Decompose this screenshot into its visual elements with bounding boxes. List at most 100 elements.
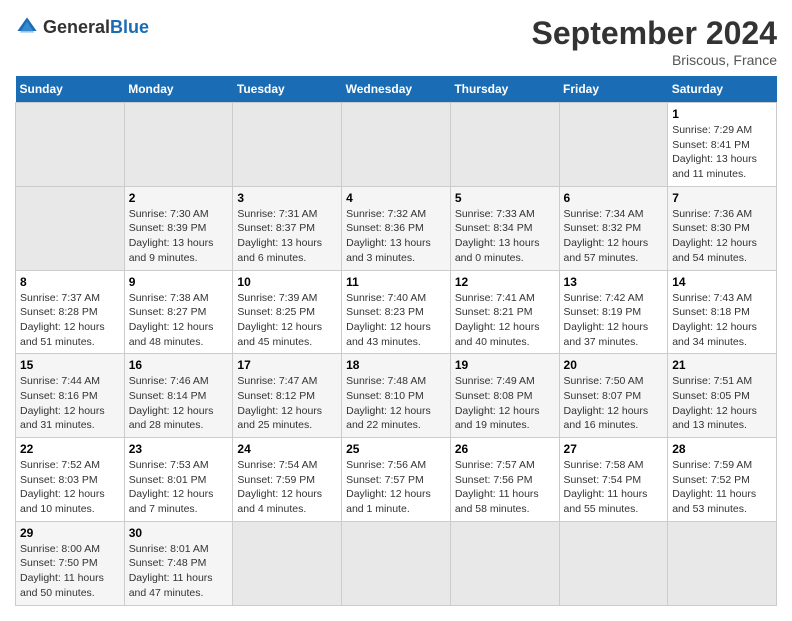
day-number: 28 — [672, 442, 772, 456]
day-detail: Sunrise: 7:44 AMSunset: 8:16 PMDaylight:… — [20, 375, 105, 431]
day-number: 17 — [237, 358, 337, 372]
day-detail: Sunrise: 7:30 AMSunset: 8:39 PMDaylight:… — [129, 208, 214, 264]
day-number: 14 — [672, 275, 772, 289]
empty-cell — [450, 103, 559, 187]
day-number: 25 — [346, 442, 446, 456]
day-detail: Sunrise: 7:31 AMSunset: 8:37 PMDaylight:… — [237, 208, 322, 264]
day-number: 30 — [129, 526, 229, 540]
day-number: 15 — [20, 358, 120, 372]
day-detail: Sunrise: 7:34 AMSunset: 8:32 PMDaylight:… — [564, 208, 649, 264]
day-detail: Sunrise: 7:50 AMSunset: 8:07 PMDaylight:… — [564, 375, 649, 431]
day-detail: Sunrise: 7:37 AMSunset: 8:28 PMDaylight:… — [20, 292, 105, 348]
calendar-day: 29 Sunrise: 8:00 AMSunset: 7:50 PMDayligh… — [16, 521, 125, 605]
calendar-day: 21 Sunrise: 7:51 AMSunset: 8:05 PMDayligh… — [668, 354, 777, 438]
empty-cell — [233, 103, 342, 187]
logo-text: GeneralBlue — [43, 17, 149, 38]
day-detail: Sunrise: 7:59 AMSunset: 7:52 PMDaylight:… — [672, 459, 756, 515]
calendar-day: 19 Sunrise: 7:49 AMSunset: 8:08 PMDayligh… — [450, 354, 559, 438]
day-number: 27 — [564, 442, 664, 456]
day-number: 8 — [20, 275, 120, 289]
day-number: 23 — [129, 442, 229, 456]
day-detail: Sunrise: 7:29 AMSunset: 8:41 PMDaylight:… — [672, 124, 757, 180]
day-detail: Sunrise: 7:43 AMSunset: 8:18 PMDaylight:… — [672, 292, 757, 348]
empty-cell — [124, 103, 233, 187]
empty-cell — [559, 521, 668, 605]
day-detail: Sunrise: 7:53 AMSunset: 8:01 PMDaylight:… — [129, 459, 214, 515]
day-number: 16 — [129, 358, 229, 372]
calendar-day: 3 Sunrise: 7:31 AMSunset: 8:37 PMDaylight… — [233, 186, 342, 270]
day-number: 3 — [237, 191, 337, 205]
day-detail: Sunrise: 7:36 AMSunset: 8:30 PMDaylight:… — [672, 208, 757, 264]
calendar-day: 30 Sunrise: 8:01 AMSunset: 7:48 PMDayligh… — [124, 521, 233, 605]
day-number: 29 — [20, 526, 120, 540]
day-detail: Sunrise: 7:38 AMSunset: 8:27 PMDaylight:… — [129, 292, 214, 348]
empty-cell — [559, 103, 668, 187]
day-detail: Sunrise: 7:42 AMSunset: 8:19 PMDaylight:… — [564, 292, 649, 348]
day-detail: Sunrise: 7:49 AMSunset: 8:08 PMDaylight:… — [455, 375, 540, 431]
calendar-day: 25Sunrise: 7:56 AMSunset: 7:57 PMDayligh… — [342, 438, 451, 522]
day-detail: Sunrise: 7:41 AMSunset: 8:21 PMDaylight:… — [455, 292, 540, 348]
empty-cell — [668, 521, 777, 605]
day-detail: Sunrise: 7:52 AMSunset: 8:03 PMDaylight:… — [20, 459, 105, 515]
day-number: 12 — [455, 275, 555, 289]
day-detail: Sunrise: 8:00 AMSunset: 7:50 PMDaylight:… — [20, 543, 104, 599]
day-number: 9 — [129, 275, 229, 289]
calendar-day: 26Sunrise: 7:57 AMSunset: 7:56 PMDayligh… — [450, 438, 559, 522]
calendar-day: 15 Sunrise: 7:44 AMSunset: 8:16 PMDayligh… — [16, 354, 125, 438]
day-detail: Sunrise: 7:33 AMSunset: 8:34 PMDaylight:… — [455, 208, 540, 264]
calendar-day: 18 Sunrise: 7:48 AMSunset: 8:10 PMDayligh… — [342, 354, 451, 438]
day-detail: Sunrise: 7:39 AMSunset: 8:25 PMDaylight:… — [237, 292, 322, 348]
calendar-day: 2 Sunrise: 7:30 AMSunset: 8:39 PMDaylight… — [124, 186, 233, 270]
calendar-body: 1 Sunrise: 7:29 AMSunset: 8:41 PMDaylight… — [16, 103, 777, 606]
day-number: 2 — [129, 191, 229, 205]
day-of-week-header: Tuesday — [233, 76, 342, 103]
calendar-header: SundayMondayTuesdayWednesdayThursdayFrid… — [16, 76, 777, 103]
day-of-week-header: Monday — [124, 76, 233, 103]
calendar-day: 6 Sunrise: 7:34 AMSunset: 8:32 PMDaylight… — [559, 186, 668, 270]
calendar-day: 23 Sunrise: 7:53 AMSunset: 8:01 PMDayligh… — [124, 438, 233, 522]
page-header: GeneralBlue September 2024 Briscous, Fra… — [15, 15, 777, 68]
month-title: September 2024 — [532, 15, 777, 52]
empty-cell — [342, 521, 451, 605]
day-number: 18 — [346, 358, 446, 372]
day-of-week-header: Friday — [559, 76, 668, 103]
day-of-week-header: Saturday — [668, 76, 777, 103]
title-area: September 2024 Briscous, France — [532, 15, 777, 68]
day-number: 26 — [455, 442, 555, 456]
day-detail: Sunrise: 8:01 AMSunset: 7:48 PMDaylight:… — [129, 543, 213, 599]
calendar-day: 8 Sunrise: 7:37 AMSunset: 8:28 PMDaylight… — [16, 270, 125, 354]
calendar-day: 5Sunrise: 7:33 AMSunset: 8:34 PMDaylight… — [450, 186, 559, 270]
calendar-day: 12 Sunrise: 7:41 AMSunset: 8:21 PMDayligh… — [450, 270, 559, 354]
day-detail: Sunrise: 7:48 AMSunset: 8:10 PMDaylight:… — [346, 375, 431, 431]
day-number: 1 — [672, 107, 772, 121]
empty-cell — [16, 103, 125, 187]
calendar-day: 9 Sunrise: 7:38 AMSunset: 8:27 PMDaylight… — [124, 270, 233, 354]
day-number: 10 — [237, 275, 337, 289]
calendar-day: 22 Sunrise: 7:52 AMSunset: 8:03 PMDayligh… — [16, 438, 125, 522]
day-number: 21 — [672, 358, 772, 372]
calendar-day: 14 Sunrise: 7:43 AMSunset: 8:18 PMDayligh… — [668, 270, 777, 354]
day-detail: Sunrise: 7:58 AMSunset: 7:54 PMDaylight:… — [564, 459, 648, 515]
logo: GeneralBlue — [15, 15, 149, 39]
empty-cell — [450, 521, 559, 605]
day-number: 13 — [564, 275, 664, 289]
calendar-day: 10 Sunrise: 7:39 AMSunset: 8:25 PMDayligh… — [233, 270, 342, 354]
calendar-day: 11Sunrise: 7:40 AMSunset: 8:23 PMDayligh… — [342, 270, 451, 354]
day-of-week-header: Thursday — [450, 76, 559, 103]
day-number: 19 — [455, 358, 555, 372]
day-detail: Sunrise: 7:46 AMSunset: 8:14 PMDaylight:… — [129, 375, 214, 431]
day-number: 22 — [20, 442, 120, 456]
empty-cell — [16, 186, 125, 270]
calendar-day: 4 Sunrise: 7:32 AMSunset: 8:36 PMDaylight… — [342, 186, 451, 270]
day-detail: Sunrise: 7:51 AMSunset: 8:05 PMDaylight:… — [672, 375, 757, 431]
day-detail: Sunrise: 7:32 AMSunset: 8:36 PMDaylight:… — [346, 208, 431, 264]
calendar-day: 27 Sunrise: 7:58 AMSunset: 7:54 PMDayligh… — [559, 438, 668, 522]
day-number: 6 — [564, 191, 664, 205]
day-number: 4 — [346, 191, 446, 205]
day-number: 24 — [237, 442, 337, 456]
calendar-day: 28 Sunrise: 7:59 AMSunset: 7:52 PMDayligh… — [668, 438, 777, 522]
day-number: 7 — [672, 191, 772, 205]
calendar-table: SundayMondayTuesdayWednesdayThursdayFrid… — [15, 76, 777, 606]
day-of-week-header: Wednesday — [342, 76, 451, 103]
calendar-day: 16 Sunrise: 7:46 AMSunset: 8:14 PMDayligh… — [124, 354, 233, 438]
